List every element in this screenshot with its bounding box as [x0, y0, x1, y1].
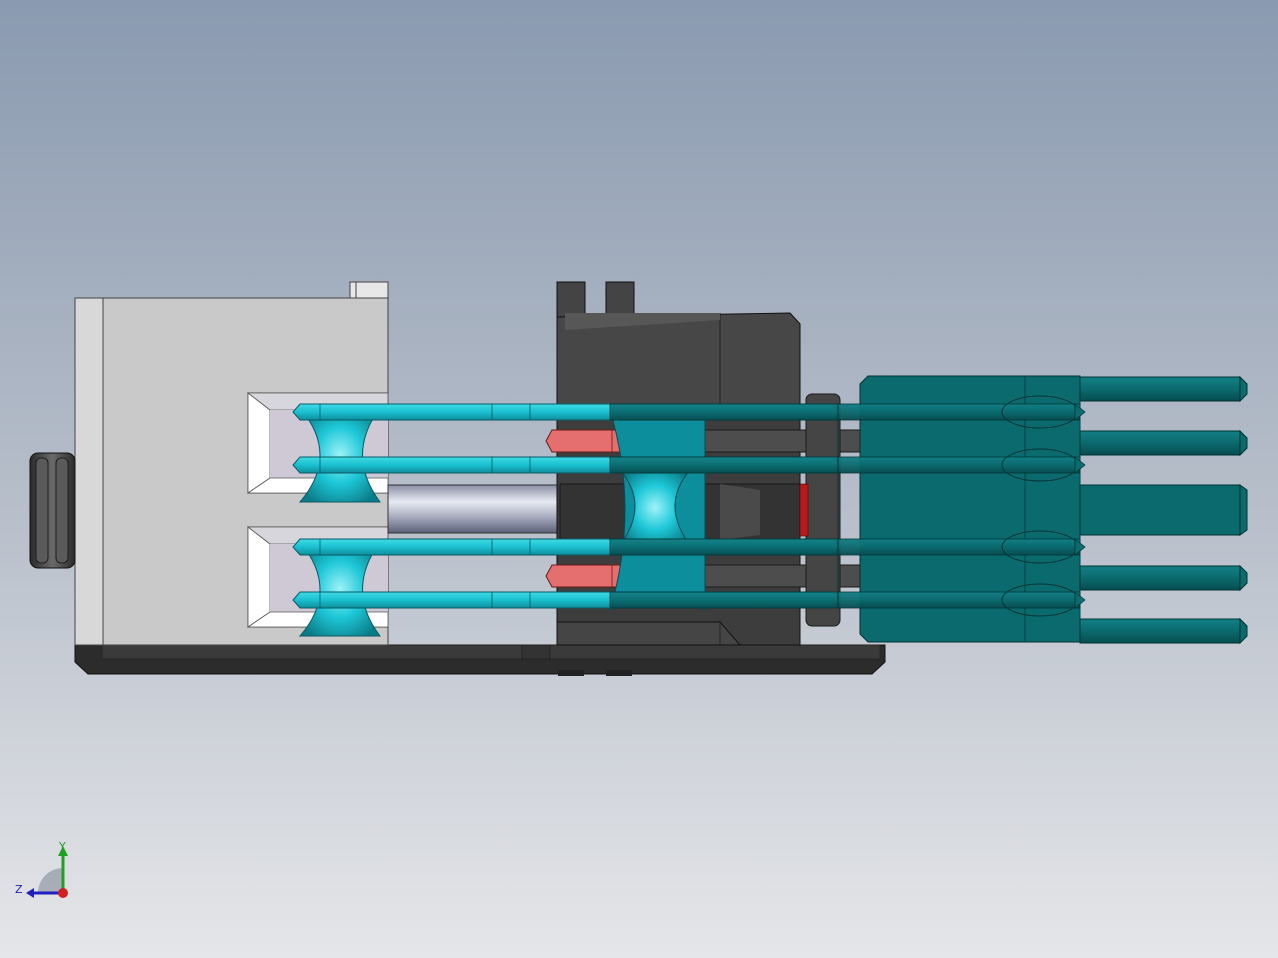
y-axis-label: Y: [58, 840, 66, 853]
base-plate[interactable]: [74, 644, 886, 676]
cad-graphics-viewport[interactable]: Y Z: [0, 0, 1278, 958]
piston-rod[interactable]: [387, 484, 564, 534]
z-axis-label: Z: [15, 883, 23, 896]
adjust-knob[interactable]: [29, 452, 76, 569]
origin-dot-icon: [58, 888, 68, 898]
cad-model-canvas[interactable]: Y Z: [0, 0, 1278, 958]
